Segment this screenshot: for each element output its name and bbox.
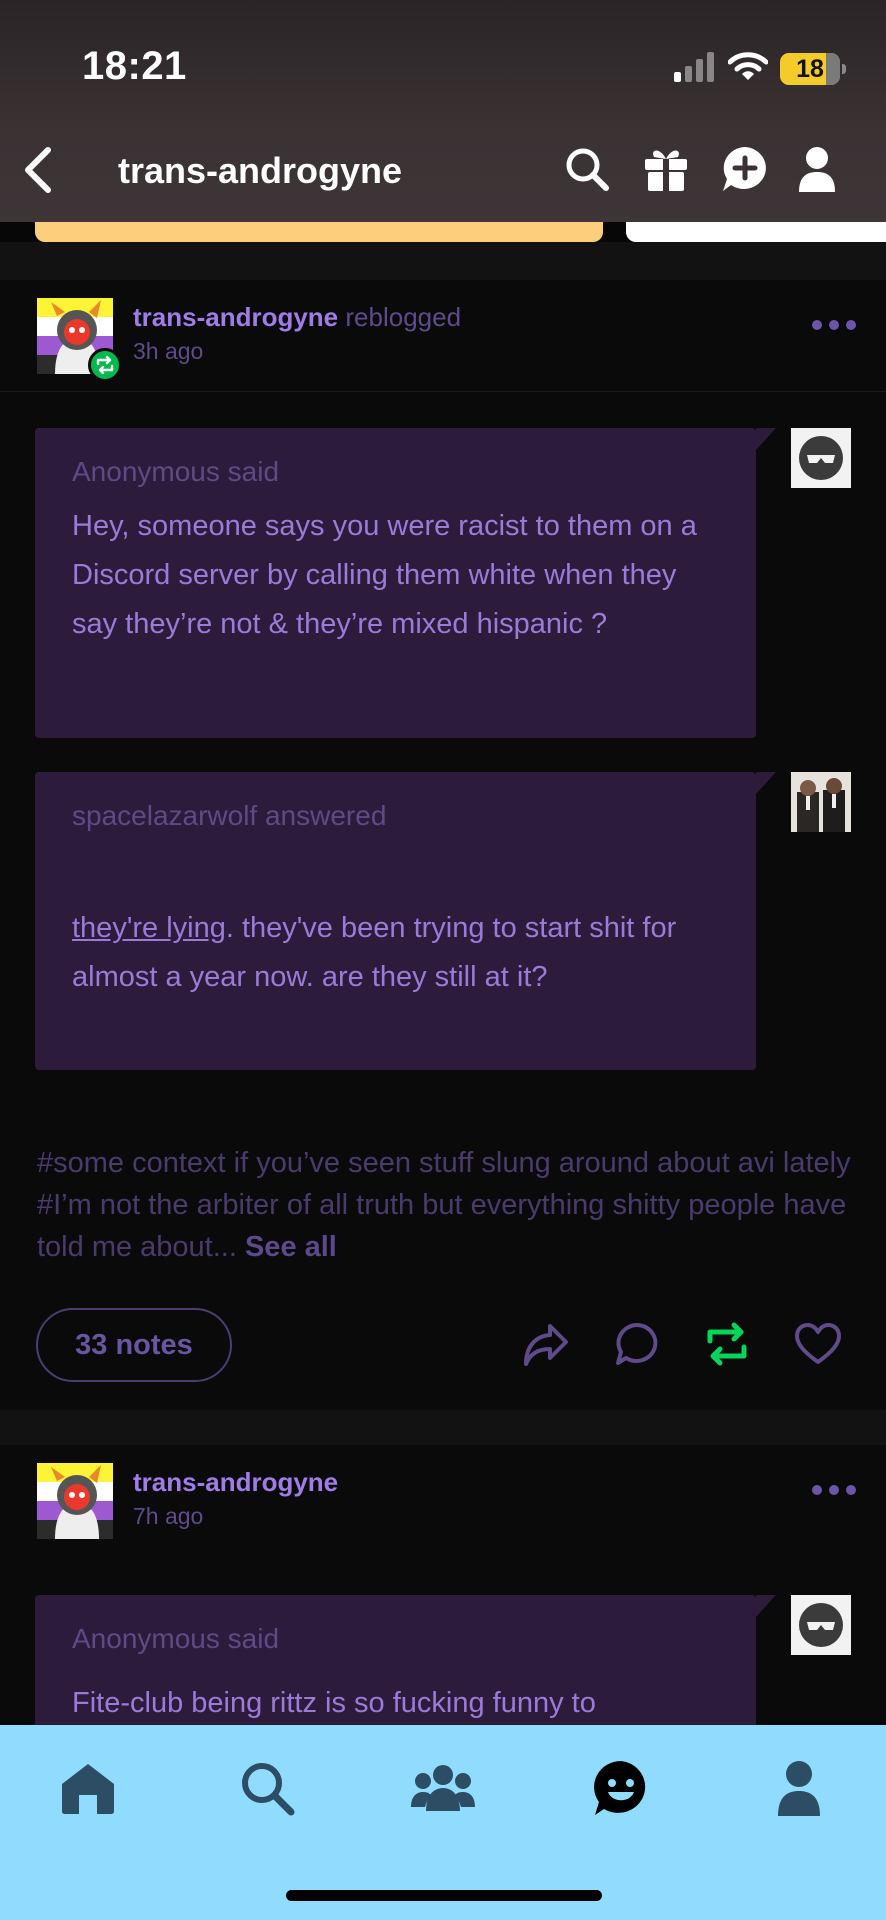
battery-icon: 18 xyxy=(780,53,846,85)
reblog-badge xyxy=(88,348,122,382)
see-all-link[interactable]: See all xyxy=(245,1231,337,1263)
reblog-icon xyxy=(96,356,114,374)
activity-icon xyxy=(594,1761,646,1815)
dot-icon xyxy=(846,320,856,330)
ask-question: Fite-club being rittz is so fucking funn… xyxy=(72,1687,596,1719)
new-post-button[interactable] xyxy=(720,144,770,194)
gift-icon xyxy=(645,150,687,191)
more-options-button[interactable] xyxy=(812,1485,856,1495)
tab-communities[interactable] xyxy=(408,1753,478,1823)
bottom-tab-bar xyxy=(0,1725,886,1920)
dot-icon xyxy=(829,320,839,330)
new-post-icon xyxy=(723,147,766,191)
answer-link[interactable]: they're lying xyxy=(72,912,226,944)
answer-bubble: spacelazarwolf answered they're lying. t… xyxy=(35,772,776,1070)
ask-said: said xyxy=(227,456,280,487)
post-action: reblogged xyxy=(345,302,462,332)
blog-avatar[interactable] xyxy=(37,1463,113,1539)
post-divider xyxy=(0,242,886,280)
post-card: trans-androgyne reblogged 3h ago Anonymo… xyxy=(0,280,886,1410)
ask-said: said xyxy=(227,1623,280,1654)
post-divider xyxy=(0,1410,886,1445)
anonymous-avatar xyxy=(791,1595,851,1655)
communities-icon xyxy=(411,1765,475,1811)
tab-search[interactable] xyxy=(232,1753,302,1823)
comment-icon xyxy=(616,1322,658,1365)
search-button[interactable] xyxy=(562,144,612,194)
post-header: trans-androgyne 7h ago xyxy=(0,1445,886,1557)
ask-question: Hey, someone says you were racist to the… xyxy=(72,510,697,640)
post-author-name[interactable]: trans-androgyne xyxy=(133,302,338,332)
asker-name: Anonymous xyxy=(72,456,220,487)
account-button[interactable] xyxy=(792,144,842,194)
anonymous-sunglasses-icon xyxy=(791,1595,851,1655)
account-icon xyxy=(799,147,835,192)
reblog-icon xyxy=(707,1322,747,1366)
dot-icon xyxy=(812,320,822,330)
tab-home[interactable] xyxy=(53,1753,123,1823)
status-icons: 18 xyxy=(674,51,846,87)
post-author-name[interactable]: trans-androgyne xyxy=(133,1467,338,1497)
post-tags[interactable]: #some context if you’ve seen stuff slung… xyxy=(37,1142,857,1268)
post-author[interactable]: trans-androgyne xyxy=(133,1467,338,1498)
dot-icon xyxy=(829,1485,839,1495)
banner-card-white[interactable] xyxy=(626,222,886,242)
signal-icon xyxy=(674,51,716,87)
share-button[interactable] xyxy=(520,1318,572,1370)
post-header: trans-androgyne reblogged 3h ago xyxy=(0,280,886,392)
heart-icon xyxy=(795,1323,841,1364)
back-button[interactable] xyxy=(18,144,58,196)
home-indicator[interactable] xyxy=(286,1890,602,1901)
asker-name: Anonymous xyxy=(72,1623,220,1654)
battery-level: 18 xyxy=(796,54,824,83)
ask-header: Anonymous said xyxy=(72,1623,279,1655)
share-icon xyxy=(524,1324,568,1366)
answer-header: spacelazarwolf answered xyxy=(72,800,386,832)
banner-card-yellow[interactable] xyxy=(35,222,603,242)
post-time: 7h ago xyxy=(133,1503,204,1529)
reply-button[interactable] xyxy=(612,1318,664,1370)
blog-title[interactable]: trans-androgyne xyxy=(118,150,402,192)
dot-icon xyxy=(812,1485,822,1495)
tab-account[interactable] xyxy=(764,1753,834,1823)
answerer-avatar[interactable] xyxy=(791,772,851,832)
tags-text[interactable]: #some context if you’ve seen stuff slung… xyxy=(37,1147,851,1263)
gift-button[interactable] xyxy=(641,144,691,194)
chevron-left-icon xyxy=(25,147,51,193)
search-icon xyxy=(566,148,609,191)
anonymous-avatar xyxy=(791,428,851,488)
home-icon xyxy=(62,1764,114,1814)
post-author[interactable]: trans-androgyne reblogged xyxy=(133,302,461,333)
like-button[interactable] xyxy=(792,1318,844,1370)
account-icon xyxy=(778,1761,820,1816)
more-options-button[interactable] xyxy=(812,320,856,330)
answerer-name[interactable]: spacelazarwolf xyxy=(72,800,257,831)
wifi-icon xyxy=(727,51,769,87)
notes-button[interactable]: 33 notes xyxy=(36,1308,232,1382)
blog-nav: trans-androgyne xyxy=(0,140,886,200)
answer-answered: answered xyxy=(264,800,387,831)
ask-bubble: Anonymous said Hey, someone says you wer… xyxy=(35,428,776,738)
reblog-button[interactable] xyxy=(701,1318,753,1370)
search-icon xyxy=(242,1763,295,1816)
dot-icon xyxy=(846,1485,856,1495)
anonymous-sunglasses-icon xyxy=(791,428,851,488)
answer-text: they're lying. they've been trying to st… xyxy=(72,904,726,1002)
post-card: trans-androgyne 7h ago Anonymous said Fi… xyxy=(0,1445,886,1755)
ask-header: Anonymous said xyxy=(72,456,279,488)
post-time: 3h ago xyxy=(133,338,204,364)
status-time: 18:21 xyxy=(82,44,187,88)
top-bar: 18:21 18 trans-androgyne xyxy=(0,0,886,222)
tab-activity[interactable] xyxy=(586,1753,656,1823)
